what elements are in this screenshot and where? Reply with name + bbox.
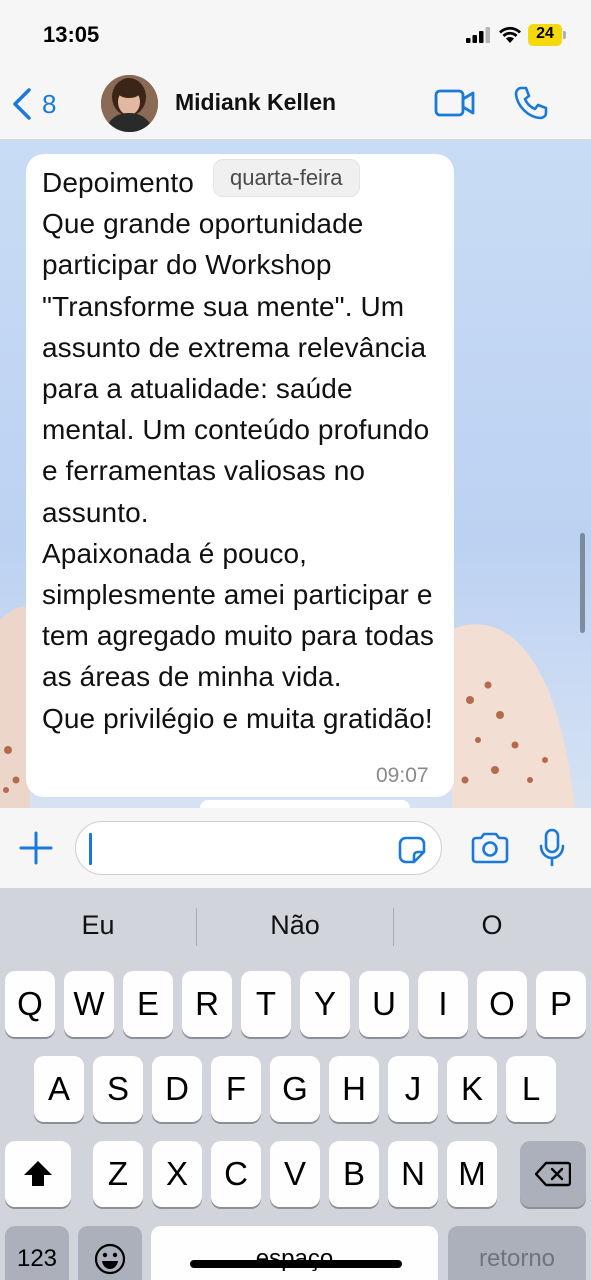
- video-call-icon[interactable]: [434, 86, 476, 120]
- key-c[interactable]: C: [211, 1141, 261, 1207]
- home-indicator[interactable]: [190, 1260, 402, 1268]
- key-i[interactable]: I: [418, 971, 468, 1037]
- chat-header: 8 Midiank Kellen: [0, 70, 591, 140]
- key-q[interactable]: Q: [5, 971, 55, 1037]
- key-r[interactable]: R: [182, 971, 232, 1037]
- key-k[interactable]: K: [447, 1056, 497, 1122]
- space-key[interactable]: espaço: [151, 1226, 438, 1280]
- chevron-left-icon: [13, 88, 31, 120]
- chat-area[interactable]: Depoimento Que grande oportunidade parti…: [0, 140, 591, 808]
- key-h[interactable]: H: [329, 1056, 379, 1122]
- return-key[interactable]: retorno: [448, 1226, 586, 1280]
- key-x[interactable]: X: [152, 1141, 202, 1207]
- key-w[interactable]: W: [64, 971, 114, 1037]
- back-button[interactable]: 8: [10, 84, 56, 124]
- status-bar: 13:05 24: [0, 0, 591, 70]
- phone-icon[interactable]: [513, 85, 549, 121]
- message-input[interactable]: [75, 821, 442, 875]
- key-l[interactable]: L: [506, 1056, 556, 1122]
- suggestion-bar: Eu Não O: [0, 888, 591, 968]
- key-v[interactable]: V: [270, 1141, 320, 1207]
- unread-count: 8: [42, 88, 57, 119]
- suggestion-2[interactable]: Não: [197, 910, 393, 941]
- key-a[interactable]: A: [34, 1056, 84, 1122]
- key-j[interactable]: J: [388, 1056, 438, 1122]
- key-e[interactable]: E: [123, 971, 173, 1037]
- date-badge: quarta-feira: [213, 159, 360, 197]
- camera-icon[interactable]: [470, 832, 510, 864]
- emoji-key[interactable]: [78, 1226, 142, 1280]
- scrollbar[interactable]: [580, 533, 585, 633]
- key-d[interactable]: D: [152, 1056, 202, 1122]
- input-bar: [0, 808, 591, 888]
- key-o[interactable]: O: [477, 971, 527, 1037]
- battery-level: 24: [536, 25, 554, 42]
- cellular-signal-icon: [466, 27, 490, 43]
- numbers-key[interactable]: 123: [5, 1226, 69, 1280]
- keyboard: Eu Não O Q W E R T Y U I O P A S D F G H…: [0, 888, 591, 1280]
- suggestion-1[interactable]: Eu: [0, 910, 196, 941]
- message-bubble[interactable]: Depoimento Que grande oportunidade parti…: [26, 154, 454, 797]
- contact-name[interactable]: Midiank Kellen: [175, 89, 336, 116]
- avatar-image: [101, 75, 158, 132]
- suggestion-3[interactable]: O: [394, 910, 590, 941]
- next-message-bubble: [200, 800, 410, 808]
- key-g[interactable]: G: [270, 1056, 320, 1122]
- message-text: Depoimento Que grande oportunidade parti…: [42, 167, 435, 734]
- plus-icon[interactable]: [18, 830, 54, 866]
- key-z[interactable]: Z: [93, 1141, 143, 1207]
- key-y[interactable]: Y: [300, 971, 350, 1037]
- microphone-icon[interactable]: [538, 828, 566, 868]
- sticker-icon[interactable]: [396, 834, 428, 866]
- key-m[interactable]: M: [447, 1141, 497, 1207]
- key-b[interactable]: B: [329, 1141, 379, 1207]
- key-t[interactable]: T: [241, 971, 291, 1037]
- backspace-icon: [535, 1161, 571, 1187]
- key-u[interactable]: U: [359, 971, 409, 1037]
- key-n[interactable]: N: [388, 1141, 438, 1207]
- battery-indicator: 24: [528, 24, 566, 46]
- emoji-icon: [94, 1243, 126, 1275]
- backspace-key[interactable]: [520, 1141, 586, 1207]
- status-time: 13:05: [43, 22, 100, 47]
- wifi-icon: [499, 26, 521, 43]
- message-time: 09:07: [376, 764, 429, 787]
- shift-icon: [24, 1161, 52, 1186]
- text-cursor: [89, 833, 92, 865]
- avatar[interactable]: [101, 75, 158, 132]
- key-f[interactable]: F: [211, 1056, 261, 1122]
- key-p[interactable]: P: [536, 971, 586, 1037]
- shift-key[interactable]: [5, 1141, 71, 1207]
- key-s[interactable]: S: [93, 1056, 143, 1122]
